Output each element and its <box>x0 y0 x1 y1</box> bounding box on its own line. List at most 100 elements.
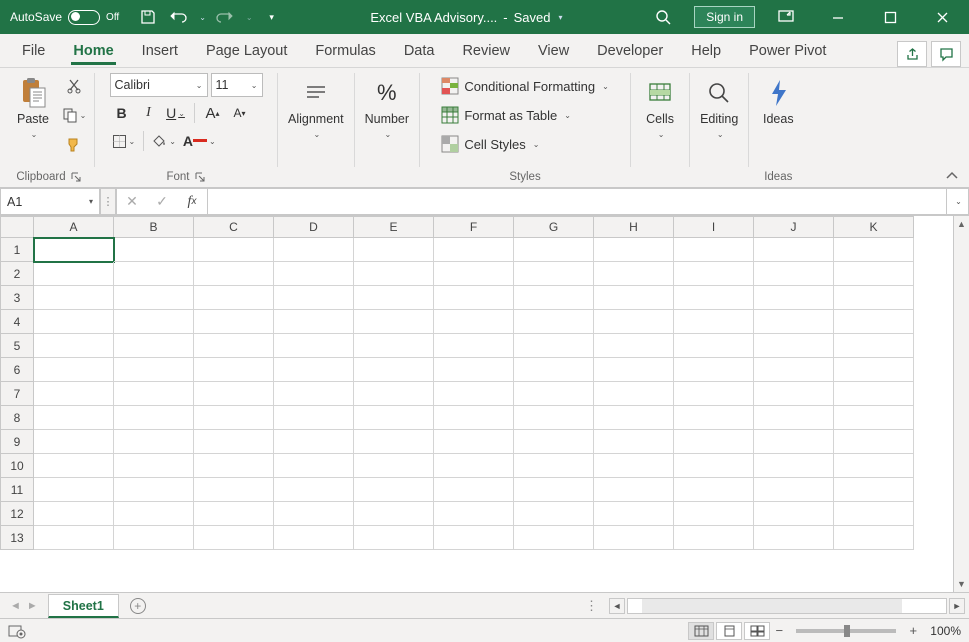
cell[interactable] <box>754 478 834 502</box>
bold-button[interactable]: B <box>110 101 134 125</box>
ideas-button[interactable]: Ideas <box>755 73 801 129</box>
column-header[interactable]: F <box>434 216 514 238</box>
cell[interactable] <box>594 430 674 454</box>
cell[interactable] <box>594 334 674 358</box>
comments-icon[interactable] <box>931 41 961 67</box>
format-painter-icon[interactable] <box>60 131 88 157</box>
cell[interactable] <box>594 406 674 430</box>
cell[interactable] <box>674 262 754 286</box>
autosave-toggle[interactable]: AutoSave Off <box>6 10 123 25</box>
cell[interactable] <box>274 262 354 286</box>
cell[interactable] <box>34 334 114 358</box>
cell[interactable] <box>754 502 834 526</box>
cell[interactable] <box>434 382 514 406</box>
row-header[interactable]: 9 <box>0 430 34 454</box>
cell[interactable] <box>674 334 754 358</box>
paste-button[interactable]: Paste⌄ <box>10 73 56 143</box>
row-header[interactable]: 13 <box>0 526 34 550</box>
copy-icon[interactable]: ⌄ <box>60 102 88 128</box>
expand-formula-bar-icon[interactable]: ⌄ <box>947 188 969 215</box>
cell[interactable] <box>834 334 914 358</box>
enter-formula-icon[interactable]: ✓ <box>147 189 177 214</box>
cell[interactable] <box>674 358 754 382</box>
cell[interactable] <box>34 262 114 286</box>
cell[interactable] <box>594 286 674 310</box>
tab-scroll-splitter[interactable]: ⋮ <box>585 598 607 614</box>
cell[interactable] <box>354 502 434 526</box>
column-header[interactable]: E <box>354 216 434 238</box>
cell[interactable] <box>674 382 754 406</box>
italic-button[interactable]: I <box>137 101 161 125</box>
cell[interactable] <box>674 454 754 478</box>
cell[interactable] <box>34 454 114 478</box>
cell[interactable] <box>434 262 514 286</box>
cell[interactable] <box>434 430 514 454</box>
column-header[interactable]: G <box>514 216 594 238</box>
cell[interactable] <box>194 406 274 430</box>
page-break-view-icon[interactable] <box>744 622 770 640</box>
cell[interactable] <box>114 382 194 406</box>
macro-record-icon[interactable] <box>8 623 26 639</box>
tab-data[interactable]: Data <box>390 37 449 67</box>
cell[interactable] <box>114 406 194 430</box>
cell[interactable] <box>194 478 274 502</box>
redo-icon[interactable] <box>214 6 236 28</box>
minimize-icon[interactable] <box>817 0 859 34</box>
new-sheet-button[interactable]: + <box>125 594 151 618</box>
cell[interactable] <box>274 358 354 382</box>
sheet-nav-next-icon[interactable]: ► <box>27 600 38 612</box>
cell[interactable] <box>274 430 354 454</box>
cell[interactable] <box>34 502 114 526</box>
font-name-select[interactable]: Calibri⌄ <box>110 73 208 97</box>
cell[interactable] <box>834 502 914 526</box>
cell[interactable] <box>274 454 354 478</box>
cell[interactable] <box>834 478 914 502</box>
cell[interactable] <box>354 334 434 358</box>
cells-button[interactable]: Cells⌄ <box>637 73 683 143</box>
cell[interactable] <box>114 334 194 358</box>
cell[interactable] <box>114 478 194 502</box>
cell[interactable] <box>434 478 514 502</box>
scroll-up-icon[interactable]: ▲ <box>956 218 968 230</box>
cell[interactable] <box>674 502 754 526</box>
cell[interactable] <box>594 310 674 334</box>
cell[interactable] <box>274 406 354 430</box>
tab-help[interactable]: Help <box>677 37 735 67</box>
search-icon[interactable] <box>642 0 684 34</box>
cell[interactable] <box>674 238 754 262</box>
autosave-switch[interactable] <box>68 10 100 25</box>
cell-styles-button[interactable]: Cell Styles⌄ <box>439 131 541 157</box>
maximize-icon[interactable] <box>869 0 911 34</box>
dialog-launcher-icon[interactable] <box>70 171 82 183</box>
sign-in-button[interactable]: Sign in <box>694 6 755 28</box>
formula-input[interactable] <box>207 188 947 215</box>
sheet-tab-sheet1[interactable]: Sheet1 <box>48 594 119 618</box>
cell[interactable] <box>594 502 674 526</box>
column-header[interactable]: I <box>674 216 754 238</box>
cell[interactable] <box>114 430 194 454</box>
cell[interactable] <box>514 358 594 382</box>
close-icon[interactable] <box>921 0 963 34</box>
cell[interactable] <box>674 430 754 454</box>
row-header[interactable]: 6 <box>0 358 34 382</box>
cell[interactable] <box>354 286 434 310</box>
vertical-scrollbar[interactable]: ▲ ▼ <box>953 216 969 592</box>
cell[interactable] <box>434 310 514 334</box>
undo-icon[interactable] <box>167 6 189 28</box>
cell[interactable] <box>274 286 354 310</box>
cell[interactable] <box>434 334 514 358</box>
cell[interactable] <box>34 430 114 454</box>
row-header[interactable]: 2 <box>0 262 34 286</box>
cell[interactable] <box>114 262 194 286</box>
cell[interactable] <box>594 382 674 406</box>
cell[interactable] <box>834 526 914 550</box>
cell[interactable] <box>754 310 834 334</box>
cell[interactable] <box>594 478 674 502</box>
title-dropdown-icon[interactable]: ▾ <box>559 13 563 22</box>
cell[interactable] <box>354 430 434 454</box>
zoom-in-icon[interactable]: + <box>906 624 920 638</box>
insert-function-icon[interactable]: fx <box>177 189 207 214</box>
column-header[interactable]: K <box>834 216 914 238</box>
tab-home[interactable]: Home <box>59 37 127 67</box>
cell[interactable] <box>514 238 594 262</box>
